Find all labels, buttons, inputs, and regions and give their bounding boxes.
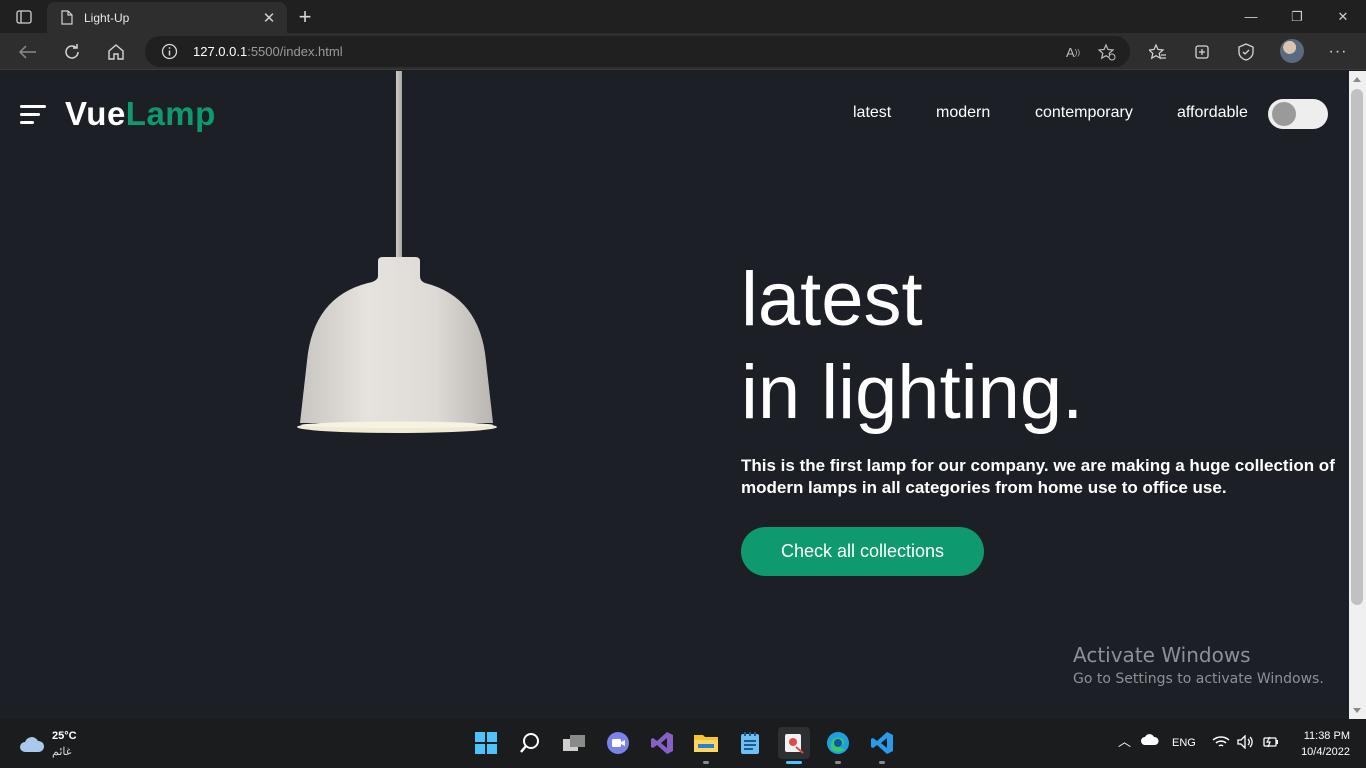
clock-date: 10/4/2022 [1301,746,1350,758]
file-explorer-icon[interactable] [690,727,722,764]
task-view-icon[interactable] [558,727,590,759]
refresh-icon[interactable] [58,38,86,66]
onedrive-cloud-icon[interactable] [1140,734,1160,749]
activate-title: Activate Windows [1073,643,1251,667]
visual-studio-icon[interactable] [646,727,678,759]
scroll-thumb[interactable] [1351,89,1363,605]
clock-time: 11:38 PM [1303,730,1350,742]
running-indicator [703,761,709,764]
battery-icon[interactable] [1262,735,1280,752]
edge-icon[interactable] [822,727,854,764]
windows-taskbar: 25°C غائم ︿ ENG 11:38 PM 10/4/2022 [0,719,1366,768]
nav-link-affordable[interactable]: affordable [1177,104,1248,122]
start-icon[interactable] [470,727,502,759]
minimize-button[interactable]: — [1228,0,1274,33]
url-host: 127.0.0.1 [193,44,248,59]
vertical-scrollbar[interactable] [1349,71,1366,719]
scroll-down-arrow-icon[interactable] [1353,708,1361,713]
page-icon [59,10,75,26]
tab-title: Light-Up [84,10,130,25]
activate-subtitle: Go to Settings to activate Windows. [1073,671,1324,687]
info-icon[interactable] [161,43,178,60]
activate-windows-watermark: Activate Windows Go to Settings to activ… [1073,643,1324,687]
show-hidden-icons-chevron-icon[interactable]: ︿ [1118,731,1131,750]
toggle-knob [1272,102,1296,126]
tab-actions-icon[interactable] [8,4,40,30]
snipping-tool-icon[interactable] [778,727,810,764]
browser-toolbar: 127.0.0.1:5500/index.html A)) ··· [0,33,1366,70]
profile-avatar[interactable] [1280,39,1304,63]
search-icon[interactable] [514,727,546,759]
notepad-icon[interactable] [734,727,766,759]
read-aloud-icon[interactable]: A)) [1062,41,1084,63]
browser-tab[interactable]: Light-Up ✕ [47,2,287,33]
headline-line-1: latest [741,257,923,342]
theme-toggle[interactable] [1268,99,1328,129]
weather-temperature: 25°C [52,730,77,742]
nav-link-latest[interactable]: latest [853,104,891,122]
nav-link-modern[interactable]: modern [936,104,990,122]
favorites-icon[interactable] [1144,38,1172,66]
pendant-lamp-image [297,71,497,433]
browser-essentials-icon[interactable] [1232,38,1260,66]
cloud-icon [20,737,45,752]
nav-link-contemporary[interactable]: contemporary [1035,104,1133,122]
home-icon[interactable] [102,38,130,66]
new-tab-button[interactable]: + [292,4,318,30]
site-logo[interactable]: VueLamp [65,95,216,133]
wifi-icon[interactable] [1212,735,1230,752]
logo-part-lamp: Lamp [125,95,216,132]
more-icon[interactable]: ··· [1324,38,1352,66]
close-tab-icon[interactable]: ✕ [257,6,281,30]
volume-icon[interactable] [1237,734,1255,752]
language-indicator[interactable]: ENG [1172,737,1196,749]
back-icon[interactable] [14,38,42,66]
close-window-button[interactable]: ✕ [1320,0,1366,33]
collections-icon[interactable] [1188,38,1216,66]
active-indicator [786,761,802,764]
restore-button[interactable]: ❐ [1274,0,1320,33]
hero-description: This is the first lamp for our company. … [741,456,1335,497]
running-indicator [835,761,841,764]
url-text[interactable]: 127.0.0.1:5500/index.html [193,44,343,59]
weather-widget[interactable]: 25°C غائم [18,728,118,760]
hero-headline: latest in lighting. [741,253,1083,439]
weather-description: غائم [52,746,72,758]
scroll-up-arrow-icon[interactable] [1353,77,1361,82]
check-collections-button[interactable]: Check all collections [741,527,984,576]
system-clock[interactable]: 11:38 PM 10/4/2022 [1290,728,1350,760]
page-viewport: VueLamp latest modern contemporary affor… [0,71,1349,719]
address-bar[interactable]: 127.0.0.1:5500/index.html A)) [145,36,1130,67]
hamburger-menu-icon[interactable] [20,105,46,125]
headline-line-2: in lighting. [741,350,1084,435]
url-path: :5500/index.html [247,44,343,59]
running-indicator [879,761,885,764]
browser-tab-bar: Light-Up ✕ + — ❐ ✕ [0,0,1366,33]
window-controls: — ❐ ✕ [1228,0,1366,33]
vscode-icon[interactable] [866,727,898,764]
teams-chat-icon[interactable] [602,727,634,759]
logo-part-vue: Vue [65,95,126,132]
add-favorite-icon[interactable] [1096,41,1118,63]
